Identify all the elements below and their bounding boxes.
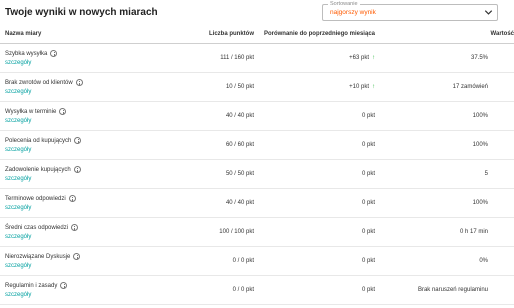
details-link[interactable]: szczegóły — [5, 176, 31, 182]
points-cell: 10 / 50 pkt — [225, 84, 254, 90]
metric-name: Zadowolenie kupujących — [5, 166, 71, 173]
points-cell: 50 / 50 pkt — [225, 171, 254, 177]
info-icon[interactable] — [73, 166, 81, 173]
metric-name: Szybka wysyłka — [5, 50, 48, 57]
table-row: Szybka wysyłka szczegóły 111 / 160 pkt +63 … — [0, 44, 514, 73]
info-icon[interactable] — [71, 224, 79, 231]
details-link[interactable]: szczegóły — [5, 292, 31, 298]
metric-name-wrap: Regulamin i zasady — [5, 282, 68, 289]
table-body: Szybka wysyłka szczegóły 111 / 160 pkt +63 … — [0, 44, 514, 305]
metric-name: Nierozwiązane Dyskusje — [5, 253, 71, 260]
metric-name: Brak zwrotów od klientów — [5, 79, 73, 86]
column-header-compare: Porównanie do poprzedniego miesiąca — [263, 31, 375, 37]
metric-name-wrap: Terminowe odpowiedzi — [5, 195, 76, 202]
compare-value: +63 pkt — [349, 55, 369, 61]
details-link[interactable]: szczegóły — [5, 263, 31, 269]
column-header-value: Wartość — [490, 31, 514, 37]
metric-name-wrap: Średni czas odpowiedzi — [5, 224, 79, 231]
compare-cell: 0 pkt — [362, 287, 375, 293]
arrow-up-icon: ↑ — [372, 84, 375, 90]
compare-cell: 0 pkt — [362, 113, 375, 119]
details-link[interactable]: szczegóły — [5, 234, 31, 240]
details-link[interactable]: szczegóły — [5, 205, 31, 211]
details-link[interactable]: szczegóły — [5, 147, 31, 153]
metric-name: Terminowe odpowiedzi — [5, 195, 66, 202]
value-cell: 0% — [479, 258, 488, 264]
metric-name-wrap: Polecenia od kupujących — [5, 137, 82, 144]
page-title: Twoje wyniki w nowych miarach — [5, 7, 158, 18]
sort-value: najgorszy wynik — [330, 9, 376, 16]
compare-value: 0 pkt — [361, 229, 375, 235]
table-row: Polecenia od kupujących szczegóły 60 / 60 … — [0, 131, 514, 160]
metrics-table: Nazwa miary Liczba punktów Porównanie do… — [0, 28, 514, 305]
compare-value: 0 pkt — [361, 287, 375, 293]
info-icon[interactable] — [73, 253, 81, 260]
metric-name: Regulamin i zasady — [5, 282, 58, 289]
metric-name-wrap: Wysyłka w terminie — [5, 108, 67, 115]
value-cell: 100% — [472, 200, 488, 206]
details-link[interactable]: szczegóły — [5, 60, 31, 66]
value-cell: 100% — [472, 113, 488, 119]
compare-cell: 0 pkt — [362, 229, 375, 235]
info-icon[interactable] — [60, 282, 68, 289]
info-icon[interactable] — [50, 50, 58, 57]
compare-value: 0 pkt — [361, 142, 375, 148]
points-cell: 60 / 60 pkt — [225, 142, 254, 148]
metric-name: Wysyłka w terminie — [5, 108, 57, 115]
compare-cell: 0 pkt — [362, 171, 375, 177]
table-row: Wysyłka w terminie szczegóły 40 / 40 pkt 0 … — [0, 102, 514, 131]
compare-value: 0 pkt — [361, 258, 375, 264]
metric-name-wrap: Brak zwrotów od klientów — [5, 79, 83, 86]
value-cell: 17 zamówień — [452, 84, 488, 90]
value-cell: 5 — [484, 171, 488, 177]
points-cell: 40 / 40 pkt — [225, 200, 254, 206]
table-row: Brak zwrotów od klientów szczegóły 10 / 50… — [0, 73, 514, 102]
column-header-points: Liczba punktów — [209, 31, 254, 37]
points-cell: 100 / 100 pkt — [219, 229, 254, 235]
points-cell: 0 / 0 pkt — [232, 258, 254, 264]
points-cell: 111 / 160 pkt — [220, 55, 254, 61]
info-icon[interactable] — [75, 79, 83, 86]
table-row: Średni czas odpowiedzi szczegóły 100 / 100… — [0, 218, 514, 247]
compare-value: 0 pkt — [361, 200, 375, 206]
details-link[interactable]: szczegóły — [5, 118, 31, 124]
value-cell: Brak naruszeń regulaminu — [417, 287, 488, 293]
table-row: Terminowe odpowiedzi szczegóły 40 / 40 pkt… — [0, 189, 514, 218]
metric-name-wrap: Zadowolenie kupujących — [5, 166, 81, 173]
header: Twoje wyniki w nowych miarach Sortowanie… — [0, 0, 514, 28]
compare-value: 0 pkt — [361, 171, 375, 177]
points-cell: 0 / 0 pkt — [232, 287, 254, 293]
compare-value: +10 pkt — [349, 84, 369, 90]
metric-name-wrap: Szybka wysyłka — [5, 50, 58, 57]
info-icon[interactable] — [68, 195, 76, 202]
sort-label: Sortowanie — [328, 1, 360, 8]
metric-name: Polecenia od kupujących — [5, 137, 72, 144]
table-row: Zadowolenie kupujących szczegóły 50 / 50 p… — [0, 160, 514, 189]
details-link[interactable]: szczegóły — [5, 89, 31, 95]
value-cell: 0 h 17 min — [459, 229, 488, 235]
compare-cell: 0 pkt — [362, 258, 375, 264]
compare-value: 0 pkt — [361, 113, 375, 119]
arrow-up-icon: ↑ — [372, 55, 375, 61]
metric-name-wrap: Nierozwiązane Dyskusje — [5, 253, 81, 260]
compare-cell: 0 pkt — [362, 142, 375, 148]
sort-dropdown[interactable]: Sortowanie najgorszy wynik — [322, 1, 498, 21]
table-header: Nazwa miary Liczba punktów Porównanie do… — [0, 28, 514, 44]
info-icon[interactable] — [59, 108, 67, 115]
value-cell: 100% — [472, 142, 488, 148]
chevron-down-icon[interactable] — [483, 7, 494, 18]
info-icon[interactable] — [74, 137, 82, 144]
compare-cell: 0 pkt — [362, 200, 375, 206]
points-cell: 40 / 40 pkt — [225, 113, 254, 119]
compare-cell: +63 pkt ↑ — [349, 55, 375, 61]
value-cell: 37.5% — [470, 55, 488, 61]
compare-cell: +10 pkt ↑ — [349, 84, 375, 90]
table-row: Nierozwiązane Dyskusje szczegóły 0 / 0 pkt… — [0, 247, 514, 276]
table-row: Regulamin i zasady szczegóły 0 / 0 pkt 0 pk… — [0, 276, 514, 305]
metric-name: Średni czas odpowiedzi — [5, 224, 69, 231]
column-header-name: Nazwa miary — [5, 31, 42, 37]
